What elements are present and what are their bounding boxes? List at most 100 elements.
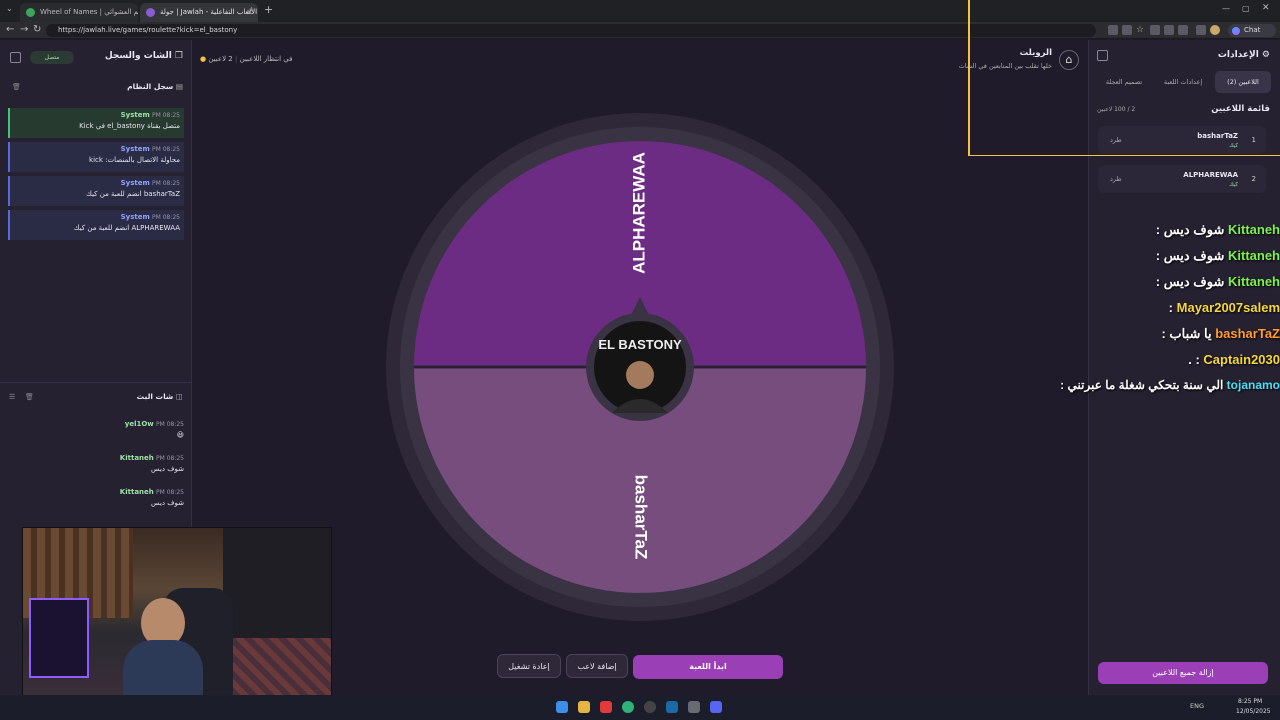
clear-chat-trash-icon[interactable]: 🗑: [25, 393, 34, 401]
log-icon: ▤: [173, 82, 183, 91]
player-rank: 2: [1251, 175, 1256, 183]
overlay-message: يا شباب :: [1161, 326, 1212, 341]
discord-icon[interactable]: [710, 701, 722, 713]
wheel-label-bashartaz: basharTaZ: [632, 475, 651, 560]
log-entry: System PM 08:25 basharTaZ انضم للعبة من …: [8, 176, 184, 206]
log-message: ALPHAREWAA انضم للعبة من كيك: [73, 224, 180, 232]
hub-logo-text: EL BASTONY: [598, 337, 682, 352]
panel-title: ❐ الشات والسجل: [105, 51, 183, 61]
player-card: 2 ALPHAREWAA كيك طرد: [1098, 165, 1266, 193]
log-time: PM 08:25: [152, 214, 180, 221]
clock-date[interactable]: 12/05/2025: [1236, 708, 1271, 715]
chat-message: yel1Ow PM 08:25 😃: [8, 420, 184, 450]
overlay-message: شوف ديس :: [1155, 248, 1225, 263]
system-log-title: سجل النظام: [127, 82, 174, 91]
log-time: PM 08:25: [152, 146, 180, 153]
log-message: محاولة الاتصال بالمنصات: kick: [89, 156, 180, 164]
overlay-chat-line: Kittaneh شوف ديس :: [1156, 222, 1280, 244]
forward-icon[interactable]: →: [20, 24, 28, 35]
log-message: متصل بقناة el_bastony في Kick: [79, 122, 180, 130]
overlay-chat-line: tojanamo الي سنة بتحكي شغلة ما عبرتني :: [1060, 378, 1280, 400]
stream-chat-overlay: Kittaneh شوف ديس : Kittaneh شوف ديس : Ki…: [1060, 222, 1280, 402]
overlay-user: Kittaneh: [1228, 248, 1280, 263]
player-name: ALPHAREWAA: [1183, 171, 1238, 179]
tab-wheel-of-names[interactable]: Wheel of Names | الاسم العشوائي ...: [20, 3, 138, 22]
clear-log-trash-icon[interactable]: 🗑: [12, 83, 21, 91]
players-count: 2 لاعبين: [208, 55, 233, 63]
overlay-user: tojanamo: [1226, 378, 1280, 392]
wheel-favicon-icon: [26, 8, 35, 17]
overlay-user: Mayar2007salem: [1176, 300, 1280, 315]
filter-icon[interactable]: ☰: [9, 393, 15, 401]
webcam-blanket: [233, 638, 331, 702]
taskbar: ENG 8:25 PM 12/05/2025: [0, 695, 1280, 720]
divider: [0, 382, 192, 383]
back-icon[interactable]: ←: [6, 24, 14, 35]
overlay-message: شوف ديس :: [1155, 274, 1225, 289]
edge-browser-icon[interactable]: [622, 701, 634, 713]
connection-status-badge: متصل: [30, 51, 74, 64]
waiting-status: في انتظار اللاعبين: [239, 55, 293, 63]
kick-player-button[interactable]: طرد: [1110, 175, 1122, 183]
roulette-wheel[interactable]: ALPHAREWAA basharTaZ EL BASTONY: [386, 113, 894, 621]
status-badge-label: متصل: [44, 54, 60, 61]
restart-button[interactable]: إعادة تشغيل: [497, 654, 561, 678]
panel-title-text: الشات والسجل: [104, 51, 172, 61]
status-dot-icon: ●: [200, 55, 207, 63]
game-status-bar: في انتظار اللاعبين | 2 لاعبين ●: [200, 55, 293, 63]
player-platform: كيك: [1229, 182, 1238, 188]
chat-bubble-icon: ❐: [171, 51, 183, 61]
log-message: basharTaZ انضم للعبة من كيك: [86, 190, 180, 198]
chat-user: Kittaneh: [119, 488, 154, 496]
reload-icon[interactable]: ↻: [33, 24, 41, 35]
url-field[interactable]: https://jawlah.live/games/roulette?kick=…: [46, 24, 1096, 37]
overlay-message: : .: [1188, 352, 1200, 367]
webcam-streamer-body: [123, 640, 203, 702]
youtube-icon[interactable]: [600, 701, 612, 713]
overlay-chat-line: Kittaneh شوف ديس :: [1156, 274, 1280, 296]
app-icon[interactable]: [688, 701, 700, 713]
tab-jawlah[interactable]: جولة | Jawlah - منصة الألعاب التفاعلية ✕: [140, 3, 258, 22]
log-time: PM 08:25: [152, 112, 180, 119]
remove-all-players-button[interactable]: إزالة جميع اللاعبين: [1098, 662, 1268, 684]
log-entry: System PM 08:25 ALPHAREWAA انضم للعبة من…: [8, 210, 184, 240]
overlay-message: الي سنة بتحكي شغلة ما عبرتني :: [1060, 378, 1224, 392]
overlay-user: Captain2030: [1203, 352, 1280, 367]
obs-icon[interactable]: [644, 701, 656, 713]
add-player-button[interactable]: إضافة لاعب: [566, 654, 628, 678]
chat-icon: ◫: [173, 392, 183, 401]
overlay-chat-line: basharTaZ يا شباب :: [1161, 326, 1280, 348]
overlay-message: شوف ديس :: [1155, 222, 1225, 237]
start-game-button[interactable]: ابدأ اللعبة: [633, 655, 783, 679]
start-menu-icon[interactable]: [556, 701, 568, 713]
chat-time: PM 08:25: [156, 489, 184, 496]
jawlah-favicon-icon: [146, 8, 155, 17]
file-explorer-icon[interactable]: [578, 701, 590, 713]
log-time: PM 08:25: [152, 180, 180, 187]
webcam-pc-case: [29, 598, 89, 678]
tab-title: Wheel of Names | الاسم العشوائي ...: [40, 8, 138, 16]
overlay-chat-line: Mayar2007salem :: [1169, 300, 1280, 322]
steam-icon[interactable]: [666, 701, 678, 713]
tab-menu-icon[interactable]: ⌄: [6, 4, 13, 13]
clock-time[interactable]: 8:25 PM: [1238, 698, 1262, 705]
live-chat-title: شات البث: [136, 392, 174, 401]
chat-time: PM 08:25: [156, 421, 184, 428]
hub-avatar-face: [626, 361, 654, 389]
system-log-header: ▤ سجل النظام: [127, 82, 183, 91]
chat-text: شوف ديس: [151, 499, 184, 507]
chat-text: 😃: [176, 431, 184, 439]
new-tab-icon[interactable]: +: [264, 3, 273, 16]
input-language[interactable]: ENG: [1190, 702, 1204, 710]
log-entry: System PM 08:25 متصل بقناة el_bastony في…: [8, 108, 184, 138]
overlay-chat-line: Captain2030 : .: [1188, 352, 1280, 374]
log-sender: System: [120, 213, 150, 221]
log-sender: System: [120, 145, 150, 153]
overlay-message: :: [1168, 300, 1174, 315]
chat-text: شوف ديس: [151, 465, 184, 473]
log-sender: System: [120, 111, 150, 119]
collapse-panel-icon[interactable]: [10, 52, 21, 63]
chat-user: Kittaneh: [119, 454, 154, 462]
close-tab-icon[interactable]: ✕: [246, 3, 253, 22]
log-entry: System PM 08:25 محاولة الاتصال بالمنصات:…: [8, 142, 184, 172]
